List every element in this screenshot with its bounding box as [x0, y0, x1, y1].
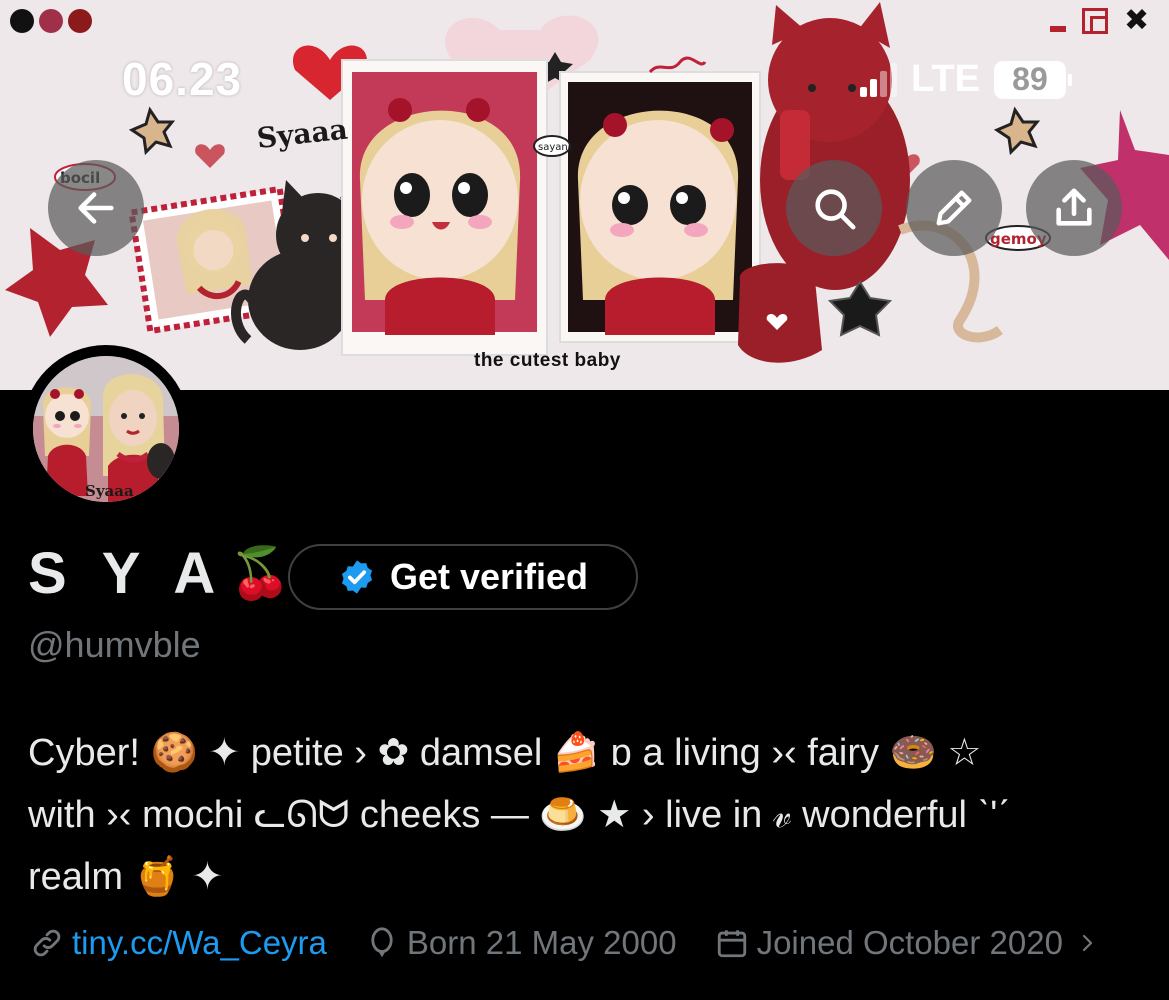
profile-link[interactable]: tiny.cc/Wa_Ceyra	[30, 924, 327, 962]
chevron-right-icon[interactable]	[1075, 926, 1099, 960]
window-dot-1[interactable]	[10, 9, 34, 33]
window-dot-3[interactable]	[68, 9, 92, 33]
bio-line-3: realm 🍯 ✦	[28, 856, 224, 898]
profile-birthday-text: Born 21 May 2000	[406, 924, 677, 961]
profile-joined[interactable]: Joined October 2020	[715, 924, 1099, 962]
share-icon	[1056, 188, 1092, 226]
banner-caption: the cutest baby	[474, 350, 621, 371]
bio-line-2: with ›‹ mochi ᓚᘏᗢ cheeks — 🍮 ★ › live in…	[28, 794, 1011, 836]
display-name: S Y A	[28, 541, 226, 606]
search-icon	[815, 189, 856, 230]
window-controls: ✖	[1050, 6, 1149, 36]
arrow-left-icon	[78, 192, 114, 224]
window-dot-2[interactable]	[39, 9, 63, 33]
get-verified-button[interactable]: Get verified	[288, 544, 638, 610]
profile-banner: Syaaa bocil sayang gemoy ✖ 06.23 LTE 89	[0, 0, 1169, 390]
verified-badge-icon	[341, 560, 372, 594]
name-emoji: 🍒	[229, 545, 292, 601]
back-button[interactable]	[48, 160, 144, 256]
balloon-icon	[371, 927, 393, 958]
avatar-signature: Syaaa	[85, 482, 134, 500]
signal-icon	[860, 62, 897, 97]
sticker-sayang: sayang	[538, 142, 574, 153]
link-icon	[33, 929, 61, 957]
profile-birthday: Born 21 May 2000	[365, 924, 677, 962]
avatar-image: Syaaa	[33, 356, 179, 502]
battery-icon: 89	[993, 60, 1072, 99]
pencil-icon	[936, 190, 972, 226]
avatar[interactable]: Syaaa	[22, 345, 190, 513]
get-verified-label: Get verified	[389, 556, 589, 597]
network-type: LTE	[911, 58, 980, 100]
battery-level: 89	[993, 60, 1066, 99]
edit-button[interactable]	[906, 160, 1002, 256]
share-button[interactable]	[1026, 160, 1122, 256]
profile-handle: @humvble	[28, 624, 201, 665]
status-indicators: LTE 89	[860, 58, 1072, 101]
search-button[interactable]	[786, 160, 882, 256]
restore-icon[interactable]	[1082, 8, 1108, 34]
minimize-icon[interactable]	[1050, 26, 1066, 32]
status-time: 06.23	[122, 53, 243, 105]
calendar-icon	[717, 930, 746, 958]
profile-name-row: S Y A 🍒	[28, 540, 292, 607]
profile-link-text[interactable]: tiny.cc/Wa_Ceyra	[72, 924, 327, 962]
bio-line-1: Cyber! 🍪 ✦ petite › ✿ damsel 🍰 ɒ a livin…	[28, 732, 982, 774]
profile-bio: Cyber! 🍪 ✦ petite › ✿ damsel 🍰 ɒ a livin…	[28, 722, 1148, 908]
window-dots	[10, 9, 92, 33]
close-icon[interactable]: ✖	[1124, 6, 1149, 36]
profile-joined-text: Joined October 2020	[756, 924, 1063, 961]
profile-meta: tiny.cc/Wa_Ceyra Born 21 May 2000 Joined…	[30, 924, 1099, 962]
